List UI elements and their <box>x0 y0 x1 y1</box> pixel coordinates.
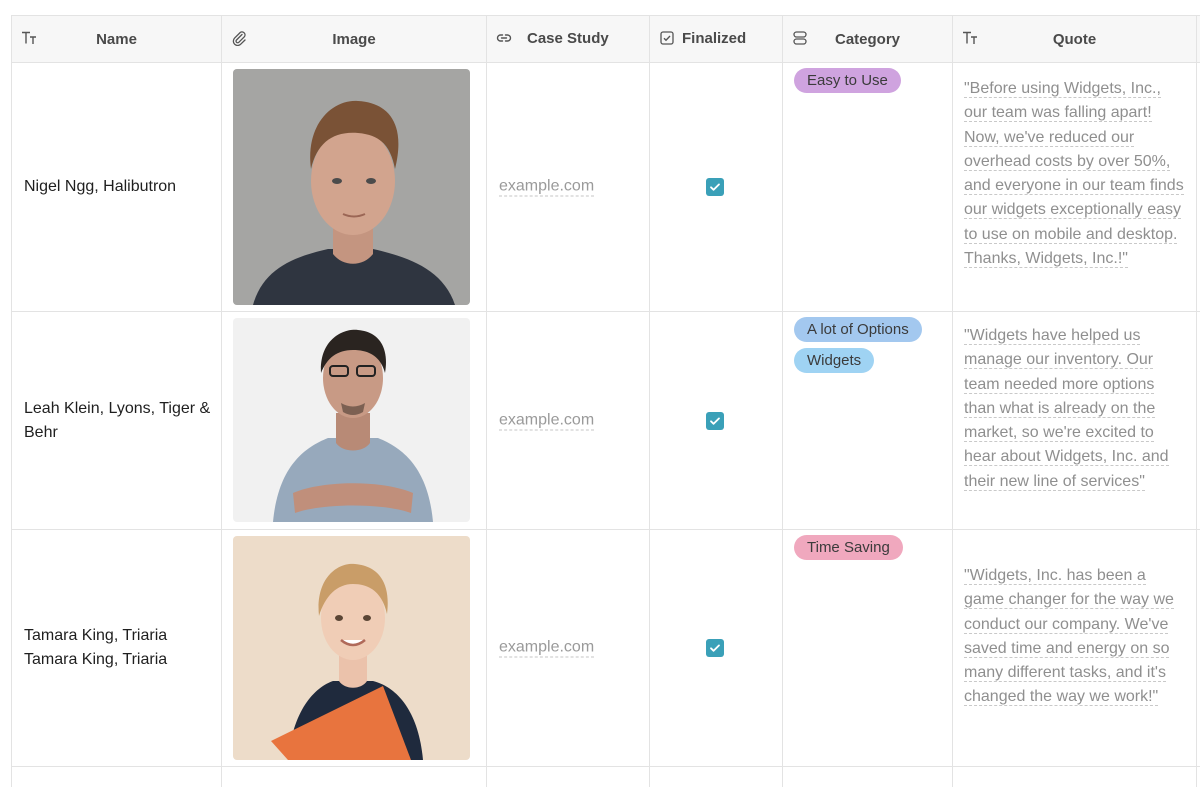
column-label: Finalized <box>682 30 747 47</box>
finalized-checkbox[interactable] <box>706 411 724 430</box>
category-cell[interactable]: Easy to Use <box>783 63 953 311</box>
column-header-image[interactable]: Image <box>222 16 487 62</box>
image-cell[interactable] <box>222 312 487 529</box>
name-text: Tamara King, Triaria Tamara King, Triari… <box>24 627 168 668</box>
finalized-checkbox[interactable] <box>706 178 724 196</box>
table-row-partial <box>12 767 1200 787</box>
case-study-cell[interactable]: example.com <box>487 63 650 311</box>
finalized-cell[interactable] <box>650 530 783 766</box>
image-cell[interactable] <box>222 63 487 311</box>
column-header-category[interactable]: Category <box>783 16 953 62</box>
image-cell[interactable] <box>222 530 487 766</box>
column-header-name[interactable]: Name <box>12 16 222 62</box>
table-header: Name Image Case Study Finalized Category <box>12 16 1200 63</box>
quote-cell[interactable]: "Widgets, Inc. has been a game changer f… <box>953 530 1197 766</box>
quote-cell[interactable]: "Widgets have helped us manage our inven… <box>953 312 1197 529</box>
case-study-cell[interactable]: example.com <box>487 312 650 529</box>
finalized-checkbox[interactable] <box>706 639 724 657</box>
case-study-link[interactable]: example.com <box>499 178 595 197</box>
data-table: Name Image Case Study Finalized Category <box>11 15 1200 787</box>
category-tag[interactable]: Widgets <box>794 348 875 373</box>
portrait-photo[interactable] <box>233 69 470 305</box>
name-cell[interactable]: Leah Klein, Lyons, Tiger & Behr <box>12 312 222 529</box>
check-icon <box>710 417 720 425</box>
name-text: Leah Klein, Lyons, Tiger & Behr <box>24 399 211 441</box>
link-icon <box>495 29 513 47</box>
name-cell[interactable]: Tamara King, Triaria Tamara King, Triari… <box>12 530 222 766</box>
column-label: Image <box>332 30 376 48</box>
paperclip-icon <box>230 29 248 47</box>
table-row[interactable]: Tamara King, Triaria Tamara King, Triari… <box>12 530 1200 767</box>
table-row[interactable]: Nigel Ngg, Halibutron example.com Easy t… <box>12 63 1200 312</box>
multi-select-icon <box>791 29 809 47</box>
text-type-icon <box>20 29 38 47</box>
category-tag[interactable]: A lot of Options <box>794 317 922 342</box>
case-study-cell[interactable]: example.com <box>487 530 650 766</box>
category-tag[interactable]: Easy to Use <box>794 68 901 93</box>
quote-text: "Before using Widgets, Inc., our team wa… <box>964 80 1184 269</box>
table-row[interactable]: Leah Klein, Lyons, Tiger & Behr example.… <box>12 312 1200 530</box>
column-header-quote[interactable]: Quote <box>953 16 1197 62</box>
finalized-cell[interactable] <box>650 312 783 529</box>
column-label: Name <box>96 30 137 48</box>
category-cell[interactable]: A lot of Options Widgets <box>783 312 953 529</box>
checkbox-icon <box>658 29 676 47</box>
check-icon <box>710 644 720 652</box>
case-study-link[interactable]: example.com <box>499 411 595 430</box>
quote-text: "Widgets, Inc. has been a game changer f… <box>964 567 1174 707</box>
column-label: Category <box>834 30 901 48</box>
name-text: Nigel Ngg, Halibutron <box>24 178 177 195</box>
column-header-finalized[interactable]: Finalized <box>650 16 783 62</box>
finalized-cell[interactable] <box>650 63 783 311</box>
quote-text: "Widgets have helped us manage our inven… <box>964 327 1169 491</box>
column-header-case-study[interactable]: Case Study <box>487 16 650 62</box>
category-cell[interactable]: Time Saving <box>783 530 953 766</box>
column-label: Quote <box>1052 30 1097 48</box>
text-type-icon <box>961 29 979 47</box>
quote-cell[interactable]: "Before using Widgets, Inc., our team wa… <box>953 63 1197 311</box>
category-tag[interactable]: Time Saving <box>794 535 903 560</box>
check-icon <box>710 183 720 191</box>
case-study-link[interactable]: example.com <box>499 639 595 658</box>
portrait-photo[interactable] <box>233 536 470 760</box>
column-label: Case Study <box>527 30 609 47</box>
portrait-photo[interactable] <box>233 318 470 522</box>
name-cell[interactable]: Nigel Ngg, Halibutron <box>12 63 222 311</box>
